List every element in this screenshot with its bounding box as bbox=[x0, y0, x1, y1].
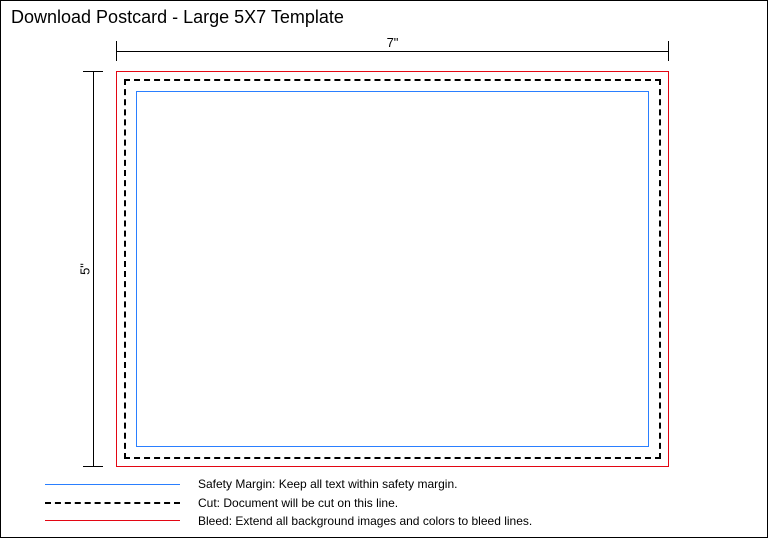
height-dimension: 5" bbox=[83, 71, 103, 467]
cut-swatch bbox=[45, 502, 180, 504]
page-title: Download Postcard - Large 5X7 Template bbox=[11, 7, 344, 28]
width-dimension: 7" bbox=[116, 41, 669, 61]
bleed-swatch bbox=[45, 520, 180, 521]
template-diagram: 7" 5" bbox=[1, 29, 768, 479]
dim-bar-left bbox=[93, 71, 94, 467]
legend-cut-row: Cut: Document will be cut on this line. bbox=[45, 495, 532, 511]
legend-cut-lead: Cut: bbox=[198, 496, 220, 510]
legend-safety-desc: Keep all text within safety margin. bbox=[275, 477, 457, 491]
legend: Safety Margin: Keep all text within safe… bbox=[45, 476, 532, 531]
legend-safety-lead: Safety Margin: bbox=[198, 477, 275, 491]
legend-bleed-desc: Extend all background images and colors … bbox=[232, 514, 532, 528]
width-label: 7" bbox=[378, 35, 408, 50]
legend-bleed-text: Bleed: Extend all background images and … bbox=[198, 513, 532, 529]
legend-cut-desc: Document will be cut on this line. bbox=[220, 496, 398, 510]
legend-safety-text: Safety Margin: Keep all text within safe… bbox=[198, 476, 457, 492]
legend-cut-text: Cut: Document will be cut on this line. bbox=[198, 495, 398, 511]
legend-bleed-lead: Bleed: bbox=[198, 514, 232, 528]
legend-safety-row: Safety Margin: Keep all text within safe… bbox=[45, 476, 532, 492]
document-frame: Download Postcard - Large 5X7 Template 7… bbox=[0, 0, 768, 538]
height-label: 5" bbox=[77, 259, 92, 279]
safety-swatch bbox=[45, 484, 180, 485]
dim-tick-bottom bbox=[83, 466, 103, 467]
dim-bar-top bbox=[116, 51, 669, 52]
legend-bleed-row: Bleed: Extend all background images and … bbox=[45, 513, 532, 529]
safety-line bbox=[136, 91, 649, 447]
dim-tick-right bbox=[668, 41, 669, 61]
